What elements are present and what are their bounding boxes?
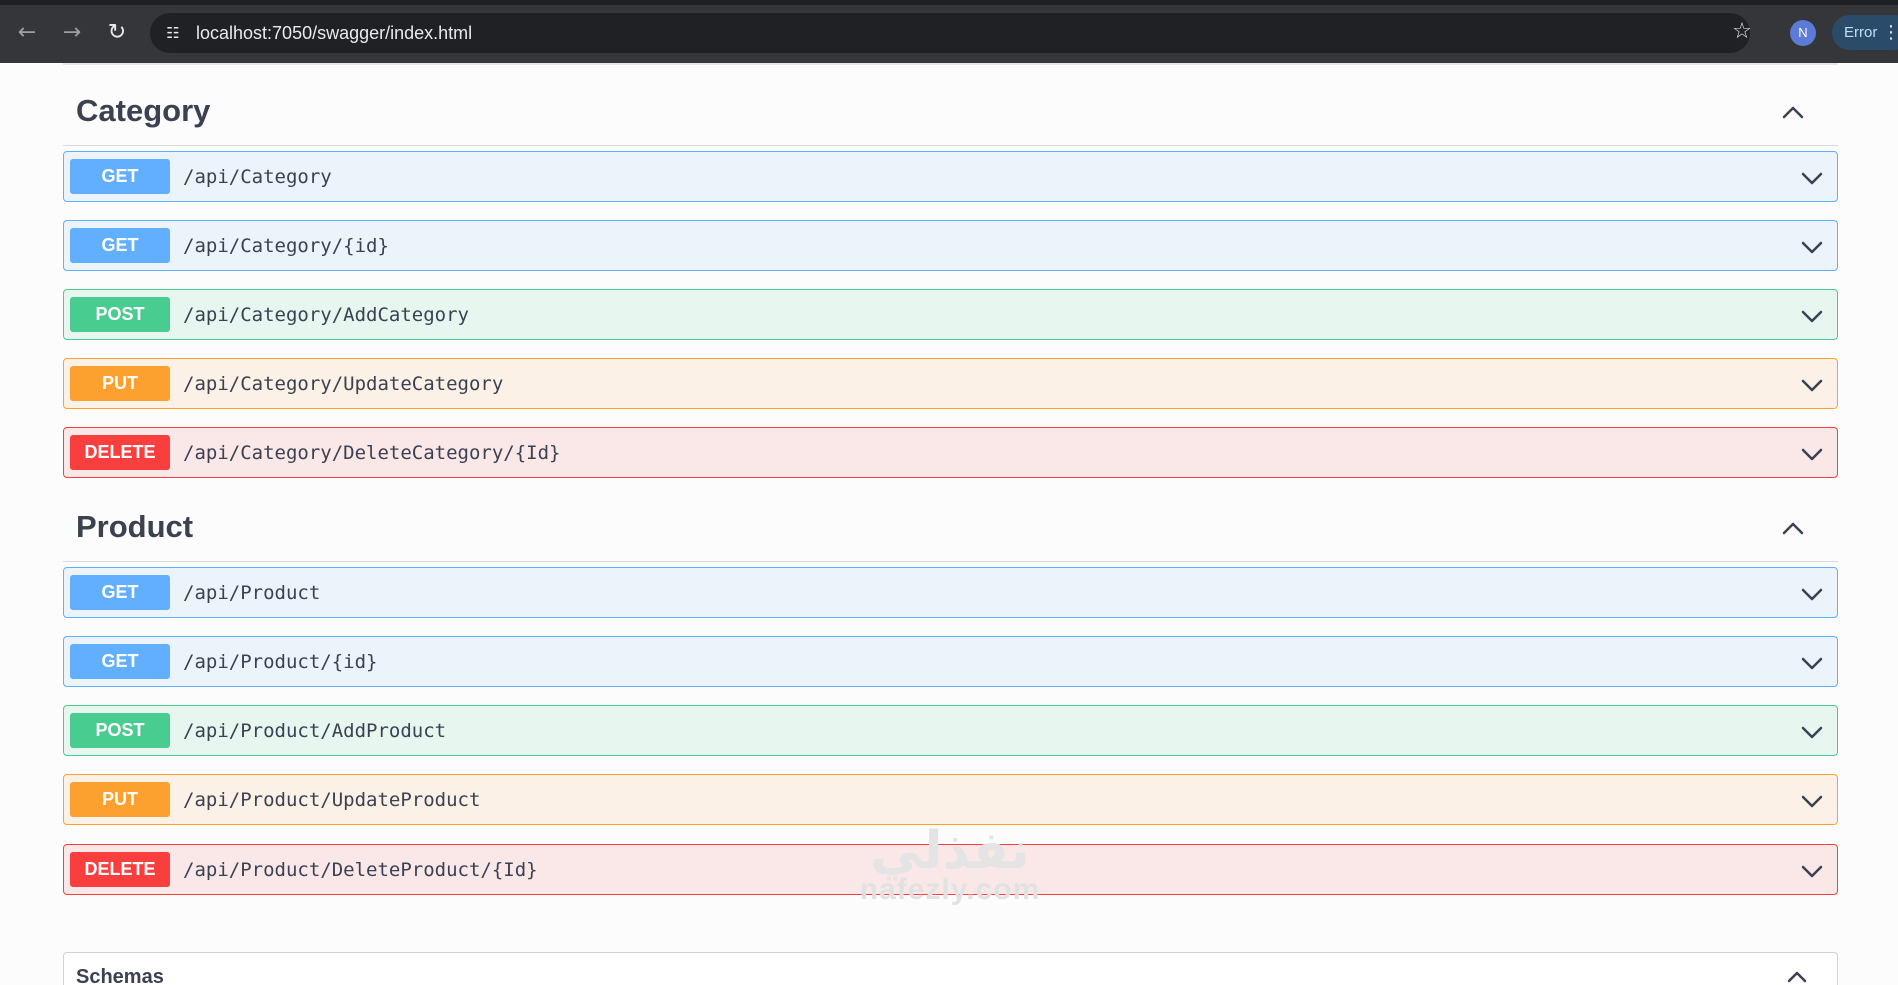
method-badge: PUT — [70, 366, 170, 401]
tag-title-category[interactable]: Category — [76, 93, 210, 129]
method-badge: DELETE — [70, 852, 170, 887]
chevron-down-icon[interactable] — [1798, 233, 1826, 261]
operation-get-product[interactable]: GET /api/Product — [63, 567, 1838, 618]
chevron-down-icon[interactable] — [1798, 302, 1826, 330]
operation-path: /api/Category/AddCategory — [183, 304, 469, 326]
operation-delete-category[interactable]: DELETE /api/Category/DeleteCategory/{Id} — [63, 427, 1838, 478]
profile-avatar[interactable]: N — [1790, 20, 1816, 46]
chevron-down-icon[interactable] — [1798, 371, 1826, 399]
section-divider — [63, 63, 1838, 65]
operation-path: /api/Product — [183, 582, 321, 604]
chevron-down-icon[interactable] — [1798, 580, 1826, 608]
tag-divider — [63, 145, 1838, 146]
operation-path: /api/Product/UpdateProduct — [183, 789, 481, 811]
more-vert-icon[interactable]: ⋮ — [1882, 20, 1898, 46]
schemas-section[interactable]: Schemas — [63, 952, 1838, 985]
operation-path: /api/Product/AddProduct — [183, 720, 447, 742]
chevron-up-icon[interactable] — [1778, 513, 1808, 543]
operation-path: /api/Product/{id} — [183, 651, 378, 673]
operation-path: /api/Category/DeleteCategory/{Id} — [183, 442, 561, 464]
operation-path: /api/Product/DeleteProduct/{Id} — [183, 859, 538, 881]
chevron-up-icon[interactable] — [1778, 97, 1808, 127]
star-icon[interactable]: ☆ — [1728, 18, 1756, 46]
reload-icon[interactable]: ↻ — [102, 18, 132, 48]
operation-path: /api/Category/{id} — [183, 235, 389, 257]
schemas-title: Schemas — [76, 966, 164, 985]
method-badge: GET — [70, 644, 170, 679]
browser-toolbar: ← → ↻ ☷ localhost:7050/swagger/index.htm… — [0, 0, 1898, 63]
operation-path: /api/Category/UpdateCategory — [183, 373, 504, 395]
method-badge: GET — [70, 575, 170, 610]
watermark-logo-arabic: نفذلي — [870, 821, 1030, 881]
method-badge: POST — [70, 297, 170, 332]
operation-put-update-category[interactable]: PUT /api/Category/UpdateCategory — [63, 358, 1838, 409]
chevron-down-icon[interactable] — [1798, 164, 1826, 192]
operation-path: /api/Category — [183, 166, 332, 188]
back-arrow-icon[interactable]: ← — [12, 18, 42, 48]
operation-put-update-product[interactable]: PUT /api/Product/UpdateProduct — [63, 774, 1838, 825]
operation-post-add-category[interactable]: POST /api/Category/AddCategory — [63, 289, 1838, 340]
error-label: Error — [1844, 24, 1878, 41]
chevron-down-icon[interactable] — [1798, 440, 1826, 468]
site-info-icon[interactable]: ☷ — [160, 20, 186, 46]
tab-strip-edge — [0, 0, 1898, 5]
tag-divider — [63, 561, 1838, 562]
tag-title-product[interactable]: Product — [76, 509, 193, 545]
chevron-down-icon[interactable] — [1798, 787, 1826, 815]
swagger-content: Category GET /api/Category GET /api/Cate… — [0, 63, 1898, 985]
method-badge: GET — [70, 228, 170, 263]
operation-get-product-by-id[interactable]: GET /api/Product/{id} — [63, 636, 1838, 687]
operation-get-category[interactable]: GET /api/Category — [63, 151, 1838, 202]
operation-post-add-product[interactable]: POST /api/Product/AddProduct — [63, 705, 1838, 756]
method-badge: PUT — [70, 782, 170, 817]
url-text[interactable]: localhost:7050/swagger/index.html — [196, 21, 472, 45]
chevron-up-icon[interactable] — [1784, 963, 1810, 985]
operation-get-category-by-id[interactable]: GET /api/Category/{id} — [63, 220, 1838, 271]
method-badge: POST — [70, 713, 170, 748]
chevron-down-icon[interactable] — [1798, 718, 1826, 746]
method-badge: GET — [70, 159, 170, 194]
forward-arrow-icon[interactable]: → — [57, 18, 87, 48]
watermark-logo-latin: nafezly.com — [859, 873, 1041, 906]
method-badge: DELETE — [70, 435, 170, 470]
chevron-down-icon[interactable] — [1798, 649, 1826, 677]
chevron-down-icon[interactable] — [1798, 857, 1826, 885]
